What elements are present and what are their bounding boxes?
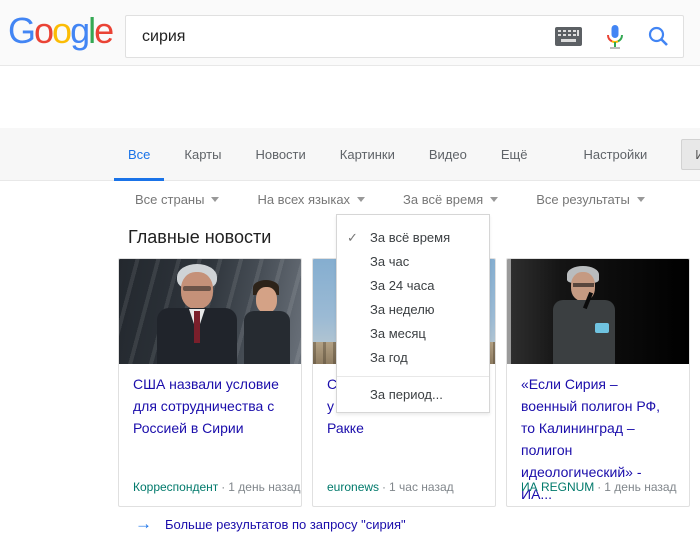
news-time: 1 день назад [604, 480, 676, 494]
search-icon[interactable] [648, 26, 669, 47]
more-results-link[interactable]: → Больше результатов по запросу "сирия" [135, 514, 406, 534]
logo-letter: o [52, 10, 70, 51]
tab-maps[interactable]: Карты [184, 128, 221, 181]
logo-letter: o [34, 10, 52, 51]
chevron-down-icon [211, 197, 219, 202]
filter-language-label: На всех языках [257, 192, 350, 207]
meta-separator: · [594, 480, 604, 494]
news-card: «Если Сирия – военный полигон РФ, то Кал… [506, 258, 690, 507]
filter-results-label: Все результаты [536, 192, 630, 207]
dropdown-item-past-year[interactable]: За год [337, 346, 489, 370]
search-box [125, 15, 684, 58]
news-card: США назвали условие для сотрудничества с… [118, 258, 302, 507]
tab-images[interactable]: Картинки [340, 128, 395, 181]
tab-news[interactable]: Новости [255, 128, 305, 181]
chevron-down-icon [637, 197, 645, 202]
news-time: 1 час назад [389, 480, 454, 494]
news-heading: Главные новости [128, 227, 271, 248]
filter-country-label: Все страны [135, 192, 204, 207]
news-time: 1 день назад [228, 480, 300, 494]
tab-all[interactable]: Все [128, 128, 150, 181]
dropdown-divider [337, 376, 489, 377]
news-title-line: Ракке [327, 417, 481, 439]
dropdown-item-past-month[interactable]: За месяц [337, 322, 489, 346]
dropdown-item-custom-range[interactable]: За период... [337, 383, 489, 407]
keyboard-icon[interactable] [555, 27, 582, 46]
logo-letter: g [70, 10, 88, 51]
arrow-right-icon: → [135, 514, 152, 534]
search-header: Google [0, 0, 700, 66]
dropdown-item-past-24h[interactable]: За 24 часа [337, 274, 489, 298]
news-image[interactable] [507, 259, 689, 364]
microphone-icon[interactable] [606, 24, 624, 50]
filter-time-label: За всё время [403, 192, 483, 207]
dropdown-item-past-hour[interactable]: За час [337, 250, 489, 274]
google-logo[interactable]: Google [8, 10, 112, 52]
filter-language[interactable]: На всех языках [257, 192, 365, 207]
news-meta: Корреспондент·1 день назад [133, 480, 301, 494]
news-meta: euronews·1 час назад [327, 480, 454, 494]
meta-separator: · [218, 480, 228, 494]
more-results-label: Больше результатов по запросу "сирия" [165, 517, 406, 532]
filter-country[interactable]: Все страны [135, 192, 219, 207]
news-image[interactable] [119, 259, 301, 364]
results-tab-bar: Все Карты Новости Картинки Видео Ещё Нас… [0, 128, 700, 181]
filter-results[interactable]: Все результаты [536, 192, 645, 207]
dropdown-item-all-time[interactable]: ✓ За всё время [337, 226, 489, 250]
news-title-link[interactable]: США назвали условие для сотрудничества с… [133, 373, 287, 439]
chevron-down-icon [490, 197, 498, 202]
dropdown-item-past-week[interactable]: За неделю [337, 298, 489, 322]
search-input[interactable] [142, 16, 542, 57]
logo-letter: G [8, 10, 34, 51]
meta-separator: · [379, 480, 389, 494]
tab-videos[interactable]: Видео [429, 128, 467, 181]
chevron-down-icon [357, 197, 365, 202]
search-tools-bar: Все страны На всех языках За всё время В… [135, 182, 645, 216]
logo-letter: e [94, 10, 112, 51]
time-filter-dropdown: ✓ За всё время За час За 24 часа За неде… [336, 214, 490, 413]
news-source: euronews [327, 480, 379, 494]
news-source: ИА REGNUM [521, 480, 594, 494]
dropdown-item-label: За всё время [370, 230, 450, 245]
news-meta: ИА REGNUM·1 день назад [521, 480, 677, 494]
filter-time[interactable]: За всё время [403, 192, 498, 207]
tools-button[interactable]: Инструменты [681, 139, 700, 170]
settings-link[interactable]: Настройки [583, 128, 647, 181]
tab-more[interactable]: Ещё [501, 128, 528, 181]
news-source: Корреспондент [133, 480, 218, 494]
check-icon: ✓ [347, 226, 358, 250]
